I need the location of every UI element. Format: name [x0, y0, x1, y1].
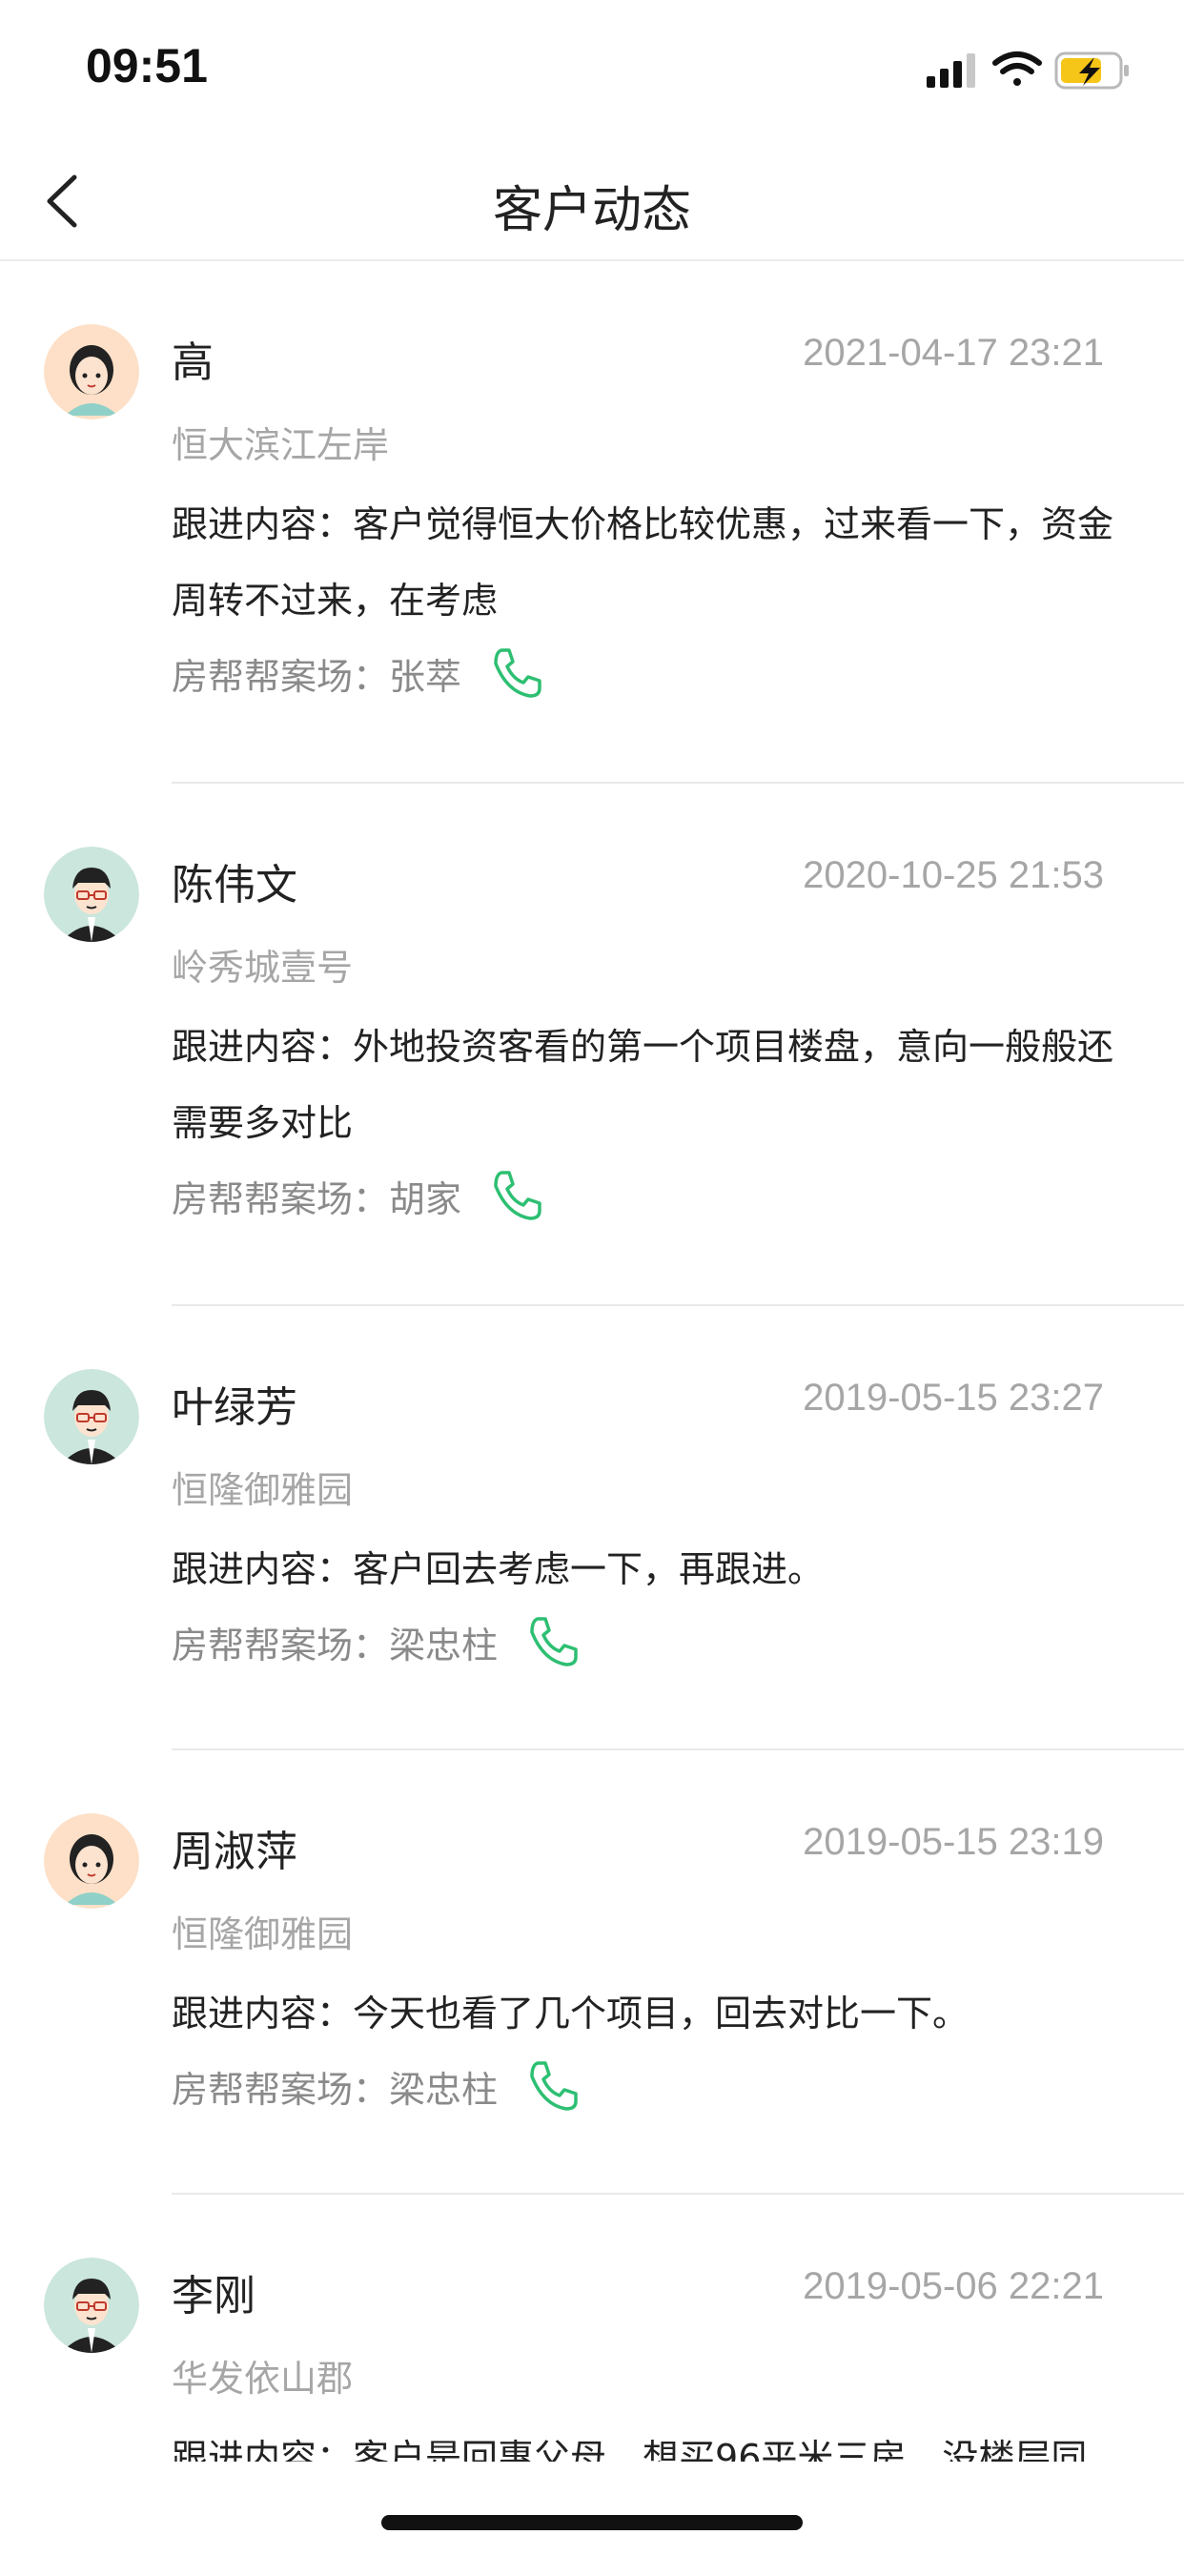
follow-up-content: 跟进内容：今天也看了几个项目，回去对比一下。: [172, 1975, 1134, 2052]
phone-icon[interactable]: [524, 2057, 582, 2115]
agent-label: 房帮帮案场：: [172, 655, 390, 698]
agent-name: 梁忠柱: [389, 1624, 499, 1666]
status-icons: [927, 51, 1129, 90]
wifi-icon: [992, 51, 1042, 86]
agent-row: 房帮帮案场： 张萃: [172, 643, 545, 704]
male-avatar-icon: [44, 847, 139, 942]
agent-row: 房帮帮案场： 胡家: [172, 1165, 545, 1226]
phone-icon[interactable]: [488, 1167, 545, 1224]
male-avatar-icon: [44, 2258, 139, 2353]
status-time: 09:51: [86, 39, 208, 92]
customer-name: 高: [172, 338, 214, 387]
customer-name: 李刚: [172, 2272, 255, 2320]
agent-label: 房帮帮案场：: [172, 1624, 390, 1666]
content-text: 客户回去考虑一下，再跟进。: [353, 1548, 825, 1590]
avatar: [44, 324, 139, 419]
avatar: [44, 1369, 139, 1464]
avatar: [44, 1813, 139, 1909]
timestamp: 2019-05-15 23:19: [803, 1821, 1104, 1863]
follow-up-content: 跟进内容：客户觉得恒大价格比较优惠，过来看一下，资金周转不过来，在考虑: [172, 486, 1134, 639]
timestamp: 2021-04-17 23:21: [803, 332, 1104, 374]
status-bar: 09:51: [0, 0, 1184, 143]
feed-item[interactable]: 周淑萍 2019-05-15 23:19 恒隆御雅园 跟进内容：今天也看了几个项…: [0, 1750, 1184, 2195]
signal-icon: [927, 53, 975, 88]
page-title: 客户动态: [492, 182, 691, 239]
phone-icon[interactable]: [488, 644, 545, 702]
agent-name: 梁忠柱: [389, 2068, 499, 2111]
project-name: 岭秀城壹号: [172, 947, 354, 989]
timestamp: 2020-10-25 21:53: [803, 854, 1104, 896]
content-text: 今天也看了几个项目，回去对比一下。: [353, 1993, 970, 2034]
project-name: 恒大滨江左岸: [172, 424, 390, 466]
agent-name: 胡家: [389, 1177, 462, 1220]
follow-up-content: 跟进内容：客户回去考虑一下，再跟进。: [172, 1531, 1134, 1607]
feed-item[interactable]: 陈伟文 2020-10-25 21:53 岭秀城壹号 跟进内容：外地投资客看的第…: [0, 784, 1184, 1306]
home-indicator[interactable]: [381, 2515, 803, 2530]
content-label: 跟进内容：: [172, 1993, 354, 2034]
nav-bar: 客户动态: [0, 143, 1184, 261]
timestamp: 2019-05-06 22:21: [803, 2265, 1104, 2307]
battery-charging-icon: [1054, 51, 1129, 90]
avatar: [44, 2258, 139, 2353]
feed-item[interactable]: 高 2021-04-17 23:21 恒大滨江左岸 跟进内容：客户觉得恒大价格比…: [0, 261, 1184, 784]
content-label: 跟进内容：: [172, 1548, 354, 1590]
follow-up-content: 跟进内容：外地投资客看的第一个项目楼盘，意向一般般还需要多对比: [172, 1009, 1134, 1161]
agent-label: 房帮帮案场：: [172, 1177, 390, 1220]
male-avatar-icon: [44, 1369, 139, 1464]
bottom-safe-area: [0, 2462, 1184, 2563]
feed-item[interactable]: 叶绿芳 2019-05-15 23:27 恒隆御雅园 跟进内容：客户回去考虑一下…: [0, 1306, 1184, 1750]
customer-name: 叶绿芳: [172, 1383, 297, 1432]
content-label: 跟进内容：: [172, 503, 354, 545]
agent-row: 房帮帮案场： 梁忠柱: [172, 1611, 582, 1672]
agent-label: 房帮帮案场：: [172, 2068, 390, 2111]
project-name: 恒隆御雅园: [172, 1913, 354, 1955]
female-avatar-icon: [44, 324, 139, 419]
agent-name: 张萃: [389, 655, 462, 698]
project-name: 恒隆御雅园: [172, 1469, 354, 1511]
project-name: 华发依山郡: [172, 2358, 354, 2400]
content-label: 跟进内容：: [172, 1026, 354, 1068]
avatar: [44, 847, 139, 942]
phone-icon[interactable]: [524, 1613, 582, 1670]
customer-name: 周淑萍: [172, 1828, 297, 1876]
customer-name: 陈伟文: [172, 861, 297, 910]
timestamp: 2019-05-15 23:27: [803, 1377, 1104, 1419]
agent-row: 房帮帮案场： 梁忠柱: [172, 2055, 582, 2116]
female-avatar-icon: [44, 1813, 139, 1909]
